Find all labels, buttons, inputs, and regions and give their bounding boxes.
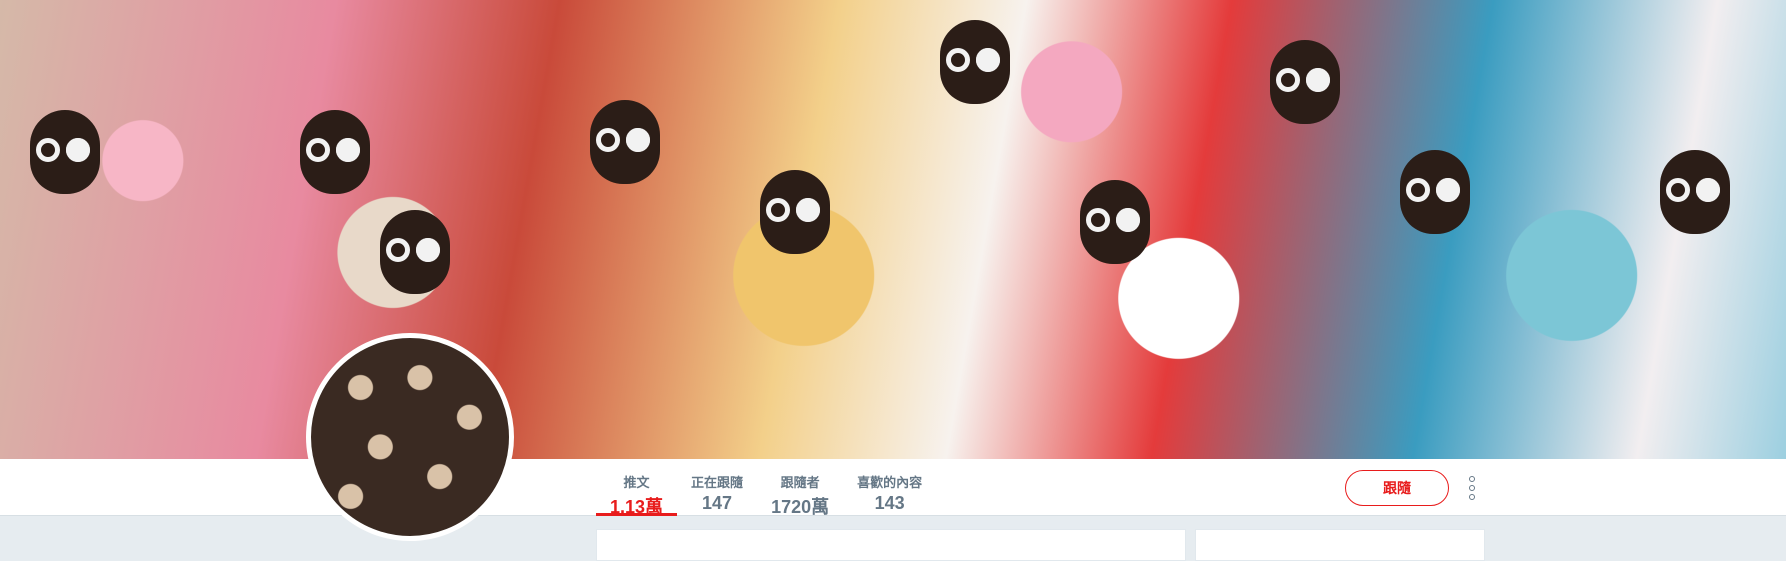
banner-face [380,210,450,294]
more-vertical-icon[interactable] [1464,476,1480,500]
tab-tweets[interactable]: 推文 1.13萬 [596,459,678,517]
more-dot [1469,485,1475,491]
banner-face [1080,180,1150,264]
tab-likes-count: 143 [874,493,905,513]
banner-face [30,110,100,194]
banner-face [1270,40,1340,124]
sidebar-card [1195,529,1485,561]
more-dot [1469,476,1475,482]
profile-avatar[interactable] [306,333,514,541]
tab-followers-count: 1720萬 [771,497,830,517]
tab-following-count: 147 [702,493,733,513]
profile-banner [0,0,1786,459]
banner-face [1400,150,1470,234]
banner-face [590,100,660,184]
tab-likes-label: 喜歡的內容 [857,475,923,490]
profile-stats-nav: 推文 1.13萬 正在跟隨 147 跟隨者 1720萬 喜歡的內容 143 [596,459,936,517]
tab-likes[interactable]: 喜歡的內容 143 [843,459,936,515]
tab-tweets-label: 推文 [623,475,650,490]
tab-followers-label: 跟隨者 [780,475,820,490]
tab-following-label: 正在跟隨 [691,475,744,490]
timeline-card [596,529,1186,561]
banner-face [760,170,830,254]
follow-button[interactable]: 跟隨 [1345,470,1449,506]
banner-face [940,20,1010,104]
tab-following[interactable]: 正在跟隨 147 [677,459,757,515]
more-dot [1469,494,1475,500]
banner-face [1660,150,1730,234]
tab-tweets-count: 1.13萬 [610,497,664,517]
banner-face [300,110,370,194]
tab-followers[interactable]: 跟隨者 1720萬 [757,459,843,517]
